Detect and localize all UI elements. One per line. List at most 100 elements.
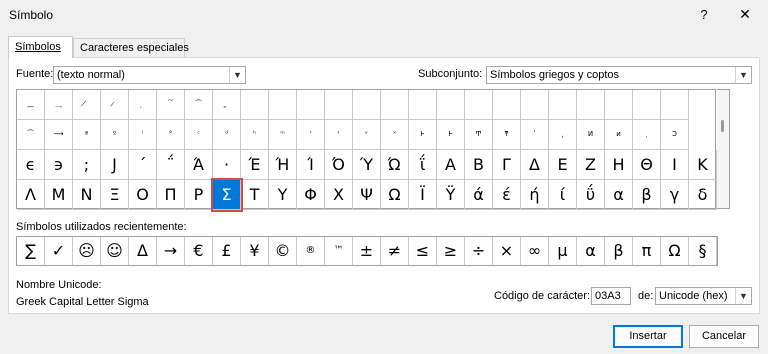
symbol-cell[interactable]: ̪ (213, 90, 241, 120)
symbol-cell[interactable] (297, 90, 325, 120)
symbol-cell[interactable]: Φ (297, 180, 325, 210)
tab-special-characters[interactable]: Caracteres especiales (73, 38, 189, 58)
recent-symbol[interactable]: → (157, 237, 185, 265)
recent-symbol[interactable]: Ω (661, 237, 689, 265)
recent-symbol[interactable]: Δ (129, 237, 157, 265)
recent-symbol[interactable]: ✓ (45, 237, 73, 265)
symbol-cell[interactable]: ⁀ (17, 120, 45, 150)
symbol-cell[interactable] (437, 90, 465, 120)
symbol-cell[interactable]: ͺ (633, 120, 661, 150)
symbol-cell[interactable]: Θ (633, 150, 661, 180)
symbol-cell[interactable]: ; (73, 150, 101, 180)
symbol-cell[interactable]: ° (157, 120, 185, 150)
symbol-cell[interactable]: ᵈ (213, 120, 241, 150)
recent-symbol[interactable]: ☹ (73, 237, 101, 265)
symbol-cell[interactable]: Π (157, 180, 185, 210)
symbol-cell[interactable]: ϵ (17, 150, 45, 180)
char-code-input[interactable]: 03A3 (591, 287, 631, 305)
symbol-cell[interactable]: º (101, 120, 129, 150)
symbol-cell[interactable]: ᵛ (353, 120, 381, 150)
symbol-cell[interactable] (633, 90, 661, 120)
symbol-cell[interactable]: Δ (521, 150, 549, 180)
recent-symbol[interactable]: ≤ (409, 237, 437, 265)
symbol-cell[interactable]: Ώ (381, 150, 409, 180)
symbol-cell[interactable]: Ⱶ (437, 120, 465, 150)
from-select[interactable]: Unicode (hex) ▼ (655, 287, 752, 305)
symbol-cell[interactable]: ̸ (73, 90, 101, 120)
help-button[interactable]: ? (694, 4, 714, 26)
recent-symbol[interactable]: £ (213, 237, 241, 265)
symbol-cell[interactable]: Β (465, 150, 493, 180)
symbol-cell[interactable]: α (605, 180, 633, 210)
recent-symbol[interactable]: π (633, 237, 661, 265)
symbol-cell[interactable] (493, 90, 521, 120)
recent-symbol[interactable]: € (185, 237, 213, 265)
recent-symbol[interactable]: ¥ (241, 237, 269, 265)
recent-symbol[interactable]: ÷ (465, 237, 493, 265)
symbol-cell[interactable]: ΅ (157, 150, 185, 180)
symbol-cell[interactable]: Ϊ (409, 180, 437, 210)
grid-scrollbar[interactable] (717, 89, 730, 209)
symbol-cell[interactable]: Ά (185, 150, 213, 180)
symbol-cell[interactable]: Γ (493, 150, 521, 180)
cancel-button[interactable]: Cancelar (689, 325, 759, 348)
symbol-cell[interactable]: ⟶ (45, 120, 73, 150)
symbol-cell[interactable]: ʰ (241, 120, 269, 150)
symbol-cell[interactable]: ͳ (493, 120, 521, 150)
symbol-cell[interactable] (521, 90, 549, 120)
symbol-cell[interactable]: Κ (689, 150, 717, 180)
symbol-cell-selected[interactable]: Σ (211, 178, 243, 212)
symbol-cell[interactable] (409, 90, 437, 120)
symbol-cell[interactable] (661, 90, 689, 120)
recent-symbol[interactable]: ∑ (17, 237, 45, 265)
symbol-cell[interactable]: Ό (325, 150, 353, 180)
symbol-cell[interactable]: ΐ (409, 150, 437, 180)
symbol-cell[interactable] (325, 90, 353, 120)
symbol-cell[interactable]: ᶜ (185, 120, 213, 150)
recent-symbol[interactable]: ≠ (381, 237, 409, 265)
symbol-cell[interactable]: Ρ (185, 180, 213, 210)
symbol-cell[interactable]: ͷ (605, 120, 633, 150)
symbol-cell[interactable] (549, 90, 577, 120)
symbol-cell[interactable]: Υ (269, 180, 297, 210)
symbol-cell[interactable] (241, 90, 269, 120)
tab-symbols[interactable]: Símbolos (8, 36, 73, 58)
symbol-cell[interactable]: Ϳ (101, 150, 129, 180)
symbol-cell[interactable]: ͢ (45, 90, 73, 120)
symbol-cell[interactable]: Ο (129, 180, 157, 210)
recent-symbol[interactable]: ® (297, 237, 325, 265)
symbol-cell[interactable]: Μ (45, 180, 73, 210)
symbol-cell[interactable]: Η (605, 150, 633, 180)
symbol-cell[interactable]: Ψ (353, 180, 381, 210)
symbol-cell[interactable]: ͵ (549, 120, 577, 150)
symbol-cell[interactable]: ʹ (521, 120, 549, 150)
symbol-cell[interactable]: ̷ (101, 90, 129, 120)
symbol-cell[interactable]: Ϋ (437, 180, 465, 210)
symbol-cell[interactable]: Α (437, 150, 465, 180)
font-select[interactable]: (texto normal) ▼ (53, 66, 246, 84)
symbol-cell[interactable]: ᵗ (325, 120, 353, 150)
symbol-cell[interactable]: Ή (269, 150, 297, 180)
symbol-cell[interactable]: Ⱶ (409, 120, 437, 150)
symbol-cell[interactable]: Ί (297, 150, 325, 180)
symbol-cell[interactable]: Ω (381, 180, 409, 210)
symbol-cell[interactable] (465, 90, 493, 120)
recent-symbol[interactable]: § (689, 237, 717, 265)
recent-symbol[interactable]: ≥ (437, 237, 465, 265)
recent-symbol[interactable]: ☺ (101, 237, 129, 265)
symbol-cell[interactable]: δ (689, 180, 717, 210)
symbol-cell[interactable]: ̹ (129, 90, 157, 120)
symbol-cell[interactable]: ΄ (129, 150, 157, 180)
symbol-cell[interactable]: Έ (241, 150, 269, 180)
symbol-cell[interactable]: γ (661, 180, 689, 210)
symbol-cell[interactable]: ⁱ (129, 120, 157, 150)
symbol-cell[interactable] (353, 90, 381, 120)
symbol-cell[interactable]: Ι (661, 150, 689, 180)
symbol-cell[interactable]: ͠ (157, 90, 185, 120)
symbol-cell[interactable]: ˣ (381, 120, 409, 150)
symbol-cell[interactable]: Ξ (101, 180, 129, 210)
recent-symbol[interactable]: β (605, 237, 633, 265)
recent-symbol[interactable]: µ (549, 237, 577, 265)
symbol-cell[interactable]: έ (493, 180, 521, 210)
symbol-cell[interactable]: Χ (325, 180, 353, 210)
